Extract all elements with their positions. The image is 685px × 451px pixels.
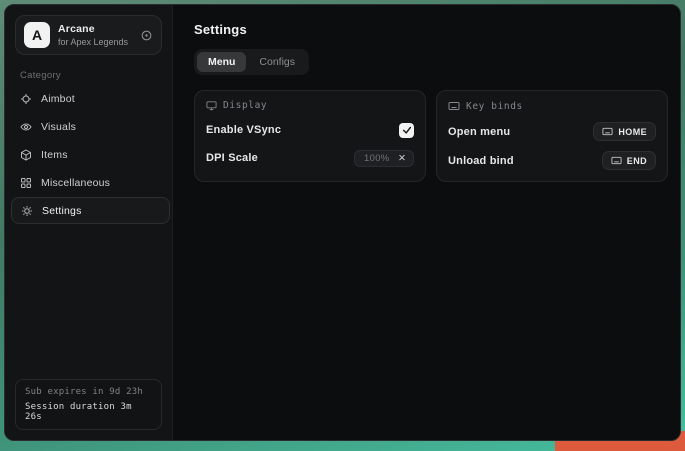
sidebar-item-label: Aimbot bbox=[41, 93, 75, 105]
tab-menu[interactable]: Menu bbox=[197, 52, 246, 72]
main-panel: Settings Menu Configs Display bbox=[173, 5, 681, 440]
open-menu-row: Open menu HOME bbox=[448, 122, 656, 141]
clear-icon[interactable]: ✕ bbox=[398, 153, 406, 164]
vsync-row: Enable VSync bbox=[206, 121, 414, 139]
sidebar-item-aimbot[interactable]: Aimbot bbox=[5, 85, 172, 113]
keybinds-card-title: Key binds bbox=[466, 101, 523, 112]
dpi-scale-input[interactable]: 100% ✕ bbox=[354, 150, 414, 167]
display-card-header: Display bbox=[206, 100, 414, 111]
app-header-card: A Arcane for Apex Legends bbox=[15, 15, 162, 55]
sidebar-item-miscellaneous[interactable]: Miscellaneous bbox=[5, 169, 172, 197]
vsync-label: Enable VSync bbox=[206, 124, 281, 136]
eye-icon bbox=[20, 121, 32, 133]
dpi-row: DPI Scale 100% ✕ bbox=[206, 149, 414, 167]
sidebar-item-label: Items bbox=[41, 149, 68, 161]
sidebar-nav: Aimbot Visuals I bbox=[5, 85, 172, 224]
sidebar-item-items[interactable]: Items bbox=[5, 141, 172, 169]
display-card-title: Display bbox=[223, 100, 267, 111]
package-icon bbox=[20, 149, 32, 161]
gear-icon bbox=[21, 205, 33, 217]
sidebar-item-label: Visuals bbox=[41, 121, 76, 133]
unload-bind-row: Unload bind END bbox=[448, 151, 656, 170]
sidebar-item-settings[interactable]: Settings bbox=[11, 197, 170, 224]
desktop-background: A Arcane for Apex Legends Category bbox=[0, 0, 685, 451]
monitor-icon bbox=[206, 100, 217, 111]
check-icon bbox=[402, 125, 412, 135]
open-menu-bind-button[interactable]: HOME bbox=[593, 122, 656, 141]
sidebar-item-visuals[interactable]: Visuals bbox=[5, 113, 172, 141]
tab-configs[interactable]: Configs bbox=[248, 52, 306, 72]
app-meta: Arcane for Apex Legends bbox=[58, 23, 132, 47]
keybinds-card-header: Key binds bbox=[448, 100, 656, 112]
app-window: A Arcane for Apex Legends Category bbox=[4, 4, 681, 441]
grid-icon bbox=[20, 177, 32, 189]
crosshair-icon bbox=[20, 93, 32, 105]
sidebar-item-label: Settings bbox=[42, 205, 82, 217]
tab-bar: Menu Configs bbox=[194, 49, 309, 75]
unload-bind-label: Unload bind bbox=[448, 155, 514, 167]
display-card: Display Enable VSync bbox=[194, 90, 426, 182]
target-icon[interactable] bbox=[140, 29, 153, 42]
category-label: Category bbox=[20, 70, 172, 81]
page-title: Settings bbox=[194, 22, 668, 37]
subscription-card: Sub expires in 9d 23h Session duration 3… bbox=[15, 379, 162, 430]
bind-key-name: HOME bbox=[618, 127, 647, 137]
sidebar: A Arcane for Apex Legends Category bbox=[5, 5, 173, 440]
sidebar-item-label: Miscellaneous bbox=[41, 177, 110, 189]
keyboard-icon bbox=[448, 100, 460, 112]
sub-expires-text: Sub expires in 9d 23h bbox=[25, 387, 152, 397]
settings-cards: Display Enable VSync bbox=[194, 90, 668, 182]
unload-bind-button[interactable]: END bbox=[602, 151, 656, 170]
bind-key-name: END bbox=[627, 156, 647, 166]
session-duration-text: Session duration 3m 26s bbox=[25, 402, 152, 422]
vsync-checkbox[interactable] bbox=[399, 123, 414, 138]
keyboard-icon bbox=[602, 126, 613, 137]
app-subtitle: for Apex Legends bbox=[58, 37, 132, 47]
open-menu-label: Open menu bbox=[448, 126, 510, 138]
app-logo: A bbox=[24, 22, 50, 48]
dpi-label: DPI Scale bbox=[206, 152, 258, 164]
keyboard-icon bbox=[611, 155, 622, 166]
dpi-value[interactable]: 100% bbox=[364, 153, 390, 164]
app-name: Arcane bbox=[58, 23, 132, 35]
keybinds-card: Key binds Open menu HOME bbox=[436, 90, 668, 182]
